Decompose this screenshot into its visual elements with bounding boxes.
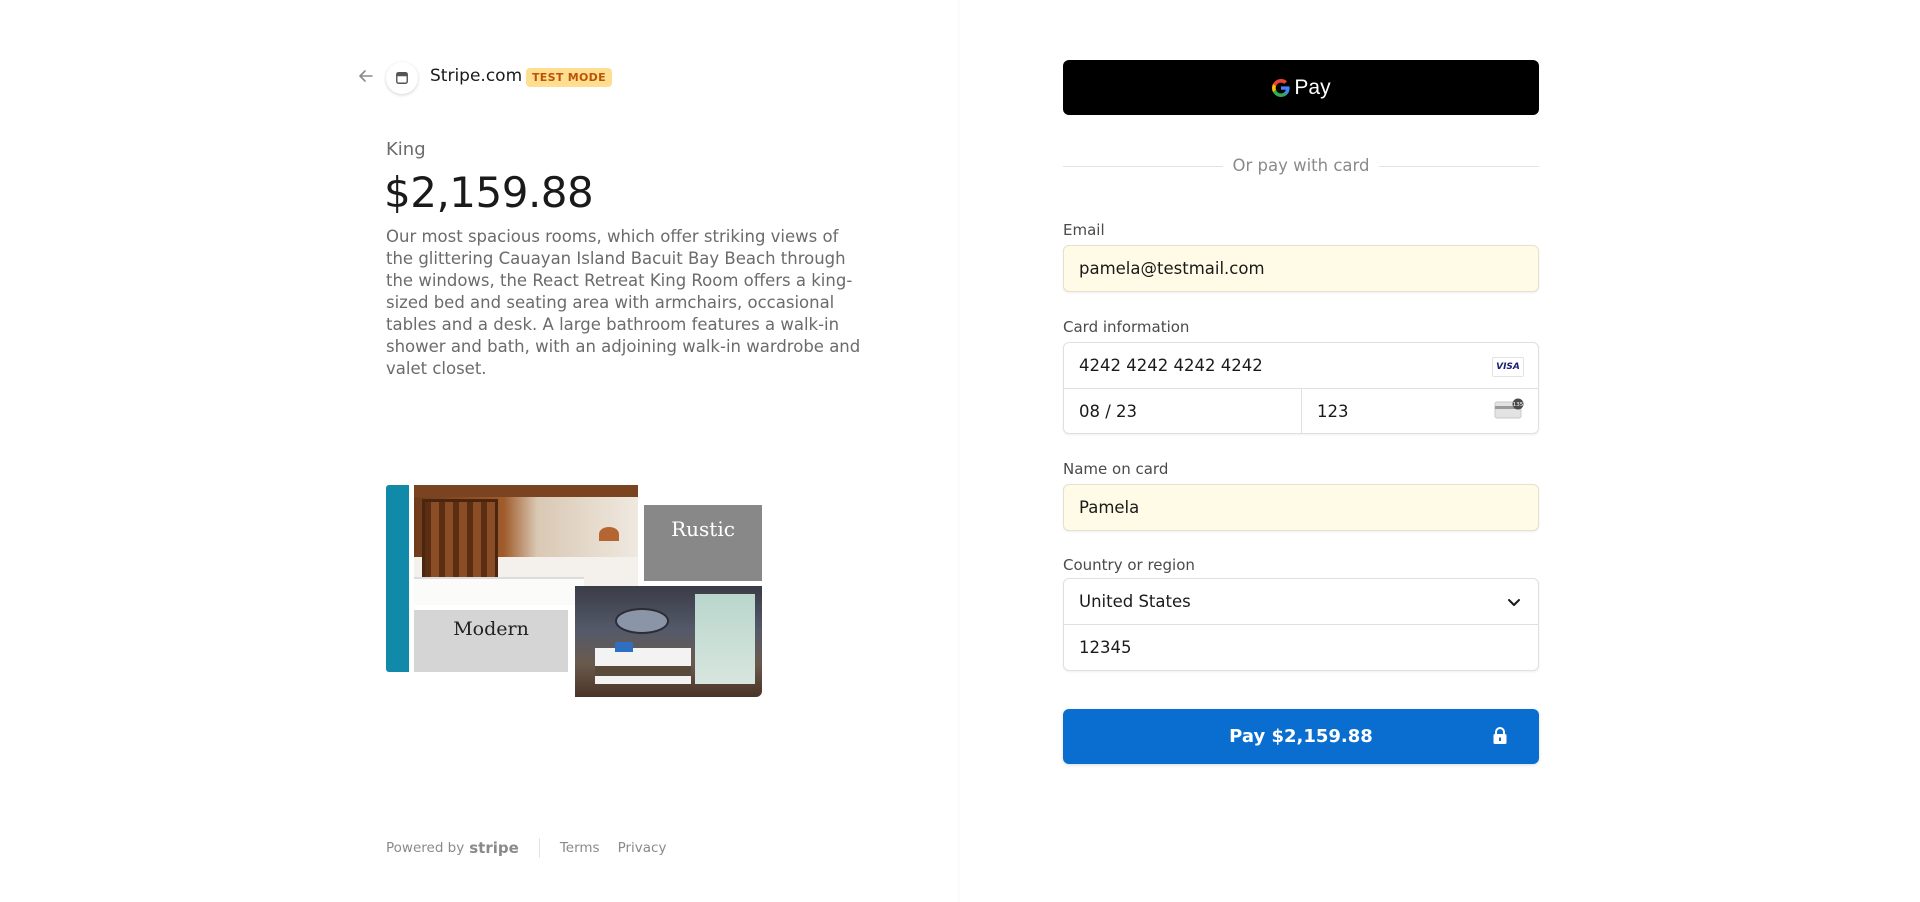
cvc-badge-number: 135 bbox=[1513, 402, 1524, 408]
merchant-name: Stripe.com bbox=[430, 66, 523, 86]
name-on-card-field[interactable] bbox=[1079, 485, 1499, 530]
product-summary-pane: Stripe.com TEST MODE King $2,159.88 Our … bbox=[0, 0, 958, 902]
chevron-down-icon[interactable] bbox=[1506, 594, 1522, 610]
pay-button-label: Pay $2,159.88 bbox=[1229, 726, 1373, 747]
footer: Powered by stripe Terms Privacy bbox=[386, 838, 684, 858]
payment-pane bbox=[960, 0, 1920, 902]
test-mode-badge: TEST MODE bbox=[526, 68, 612, 87]
room-collage-image: Rustic Modern bbox=[386, 485, 762, 697]
card-information-group: VISA 135 bbox=[1063, 342, 1539, 434]
modern-room-photo bbox=[575, 586, 762, 697]
card-number-field[interactable] bbox=[1079, 343, 1459, 388]
terms-link[interactable]: Terms bbox=[560, 840, 600, 856]
name-field-wrapper bbox=[1063, 484, 1539, 531]
modern-label-box: Modern bbox=[414, 610, 568, 672]
google-pay-label: Pay bbox=[1294, 75, 1331, 99]
lock-icon bbox=[1493, 727, 1507, 744]
back-arrow-icon[interactable] bbox=[356, 66, 376, 86]
cvc-card-icon: 135 bbox=[1494, 398, 1524, 419]
zip-code-field[interactable] bbox=[1079, 625, 1499, 670]
merchant-logo bbox=[386, 62, 418, 94]
country-region-group: United States bbox=[1063, 578, 1539, 671]
email-field-wrapper bbox=[1063, 245, 1539, 292]
powered-by-text: Powered by bbox=[386, 840, 465, 856]
expiry-field[interactable] bbox=[1079, 389, 1279, 434]
product-description: Our most spacious rooms, which offer str… bbox=[386, 227, 861, 378]
modern-label: Modern bbox=[453, 618, 529, 640]
email-label: Email bbox=[1063, 221, 1105, 239]
google-g-icon bbox=[1272, 78, 1291, 97]
visa-icon: VISA bbox=[1492, 357, 1524, 377]
store-icon bbox=[396, 72, 408, 84]
name-on-card-label: Name on card bbox=[1063, 460, 1169, 478]
pay-button[interactable]: Pay $2,159.88 bbox=[1063, 709, 1539, 764]
country-label: Country or region bbox=[1063, 556, 1195, 574]
card-information-label: Card information bbox=[1063, 318, 1190, 336]
country-select[interactable]: United States bbox=[1079, 579, 1191, 624]
product-price: $2,159.88 bbox=[384, 168, 594, 217]
footer-divider bbox=[538, 838, 540, 858]
stripe-logo[interactable]: stripe bbox=[469, 839, 519, 857]
privacy-link[interactable]: Privacy bbox=[618, 840, 667, 856]
rustic-label: Rustic bbox=[671, 517, 735, 541]
cvc-field[interactable] bbox=[1317, 389, 1467, 434]
or-divider: Or pay with card bbox=[1063, 156, 1539, 176]
rustic-label-box: Rustic bbox=[644, 505, 762, 581]
collage-accent-bar bbox=[386, 485, 409, 672]
email-field[interactable] bbox=[1079, 246, 1499, 291]
google-pay-button[interactable]: Pay bbox=[1063, 60, 1539, 115]
product-name: King bbox=[386, 139, 426, 160]
